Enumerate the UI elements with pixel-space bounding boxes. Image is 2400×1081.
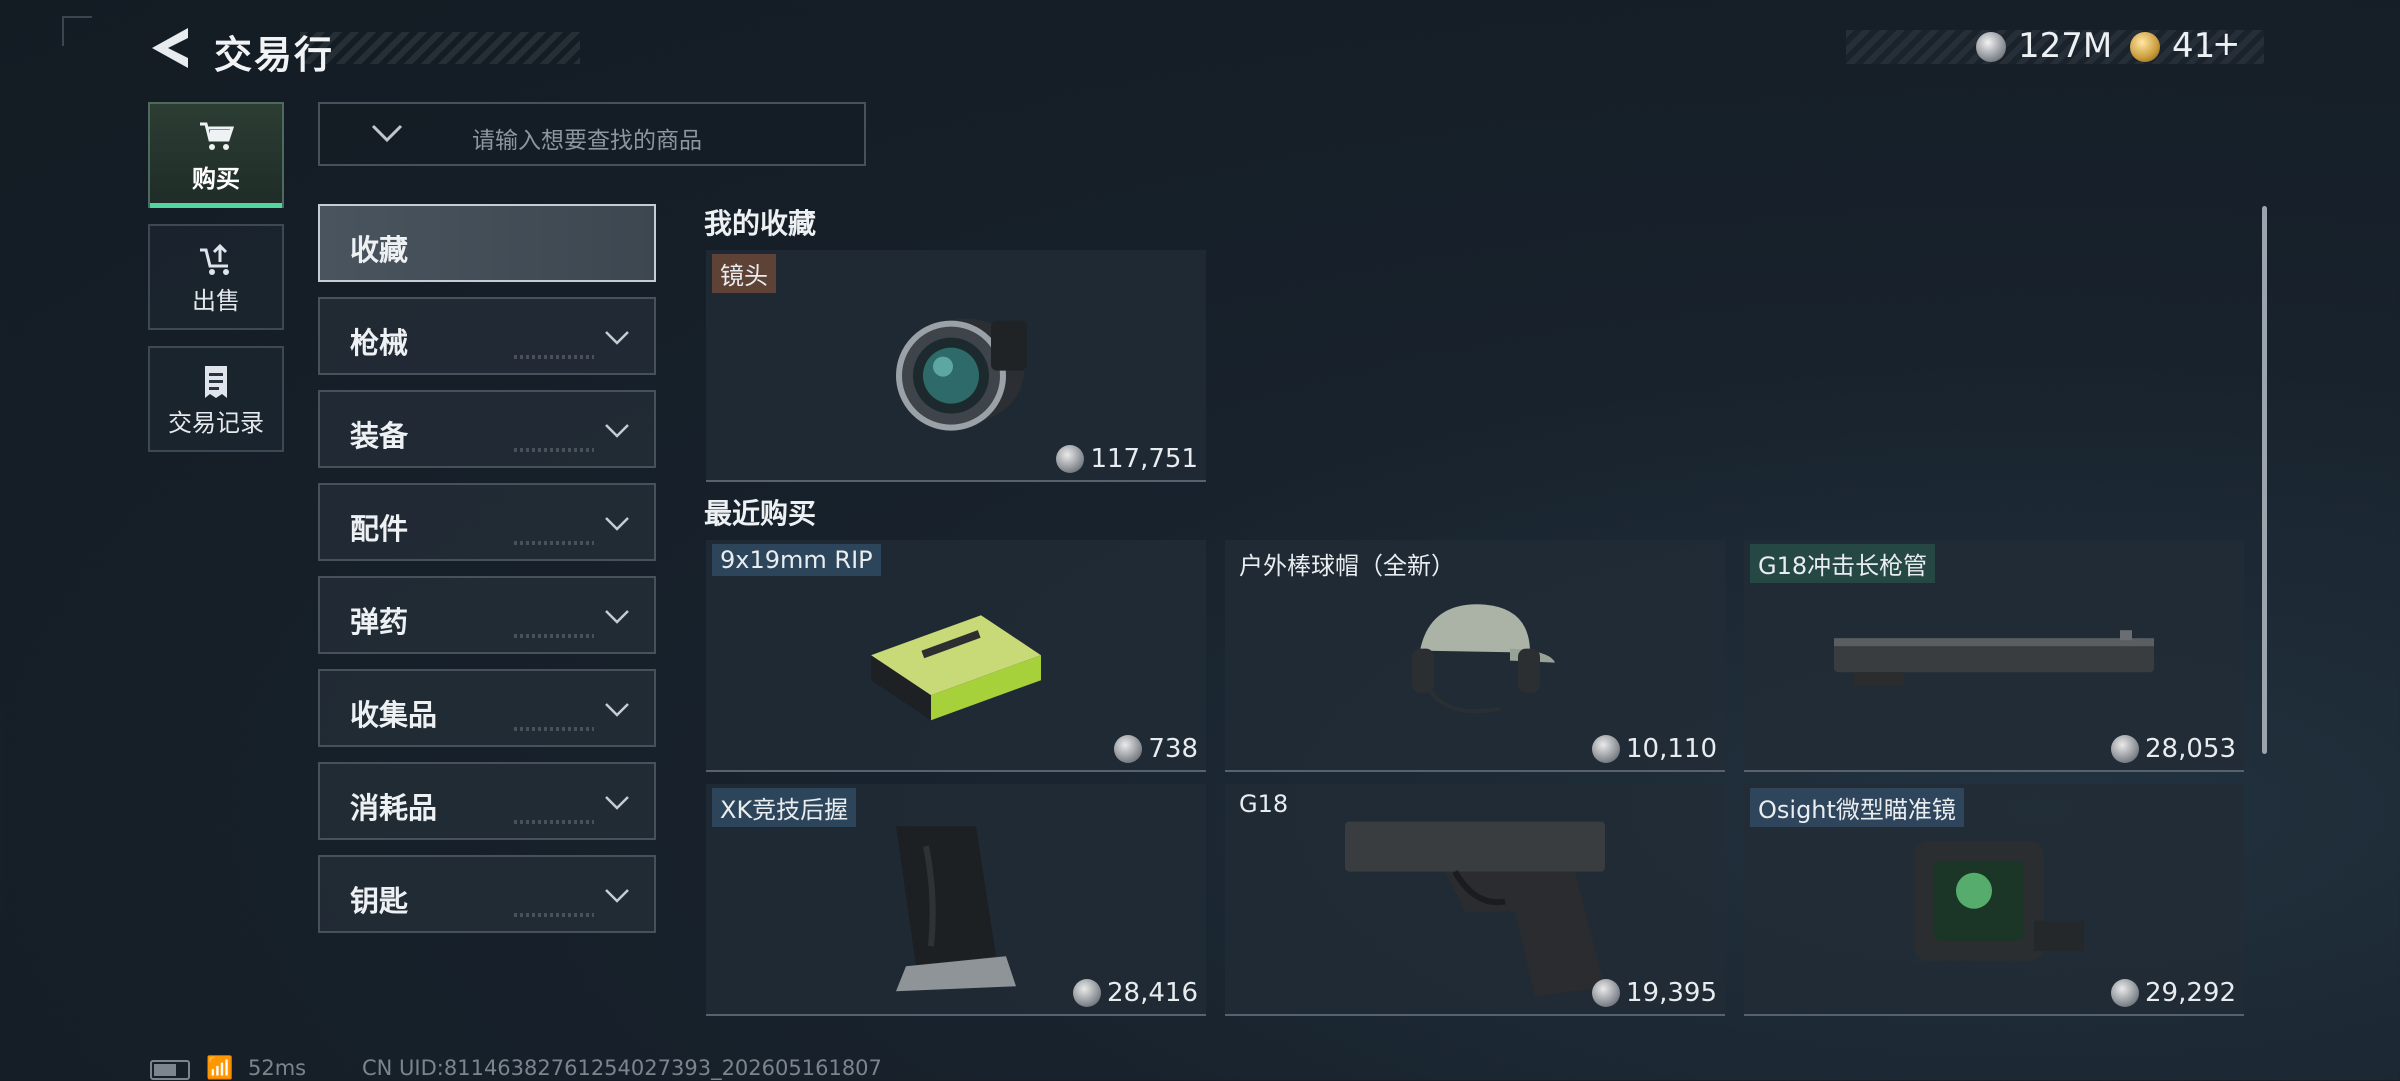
chevron-down-icon xyxy=(605,703,629,717)
category-label: 消耗品 xyxy=(350,791,438,825)
category-label: 配件 xyxy=(350,512,409,546)
scrollbar[interactable] xyxy=(2262,206,2267,754)
pistol-slide-icon xyxy=(1834,630,2154,687)
category-attachments[interactable]: 配件 xyxy=(318,483,656,561)
price-value: 10,110 xyxy=(1626,734,1717,764)
category-label: 钥匙 xyxy=(350,884,409,918)
category-equipment[interactable]: 装备 xyxy=(318,390,656,468)
category-keys[interactable]: 钥匙 xyxy=(318,855,656,933)
item-price: 738 xyxy=(1114,734,1198,764)
item-name-tag: 9x19mm RIP xyxy=(712,544,881,576)
item-price: 29,292 xyxy=(2111,978,2236,1008)
price-value: 28,416 xyxy=(1107,978,1198,1008)
category-label: 收集品 xyxy=(350,698,438,732)
category-label: 枪械 xyxy=(350,326,409,360)
price-value: 117,751 xyxy=(1090,444,1198,474)
category-collectibles[interactable]: 收集品 xyxy=(318,669,656,747)
silver-coin-balance: 127M xyxy=(2018,26,2113,66)
camera-lens-icon xyxy=(896,318,1027,431)
category-decoration xyxy=(514,727,594,731)
back-arrow-icon xyxy=(152,28,188,68)
item-price: 19,395 xyxy=(1592,978,1717,1008)
title-decoration xyxy=(300,32,580,64)
chevron-down-icon xyxy=(605,889,629,903)
category-ammo[interactable]: 弹药 xyxy=(318,576,656,654)
chevron-down-icon xyxy=(605,796,629,810)
chevron-down-icon xyxy=(605,424,629,438)
item-card-cap[interactable]: 户外棒球帽（全新） 10,110 xyxy=(1225,540,1725,772)
category-decoration xyxy=(514,913,594,917)
cart-icon xyxy=(150,120,282,161)
silver-coin-icon xyxy=(1592,979,1621,1007)
price-value: 29,292 xyxy=(2145,978,2236,1008)
page-title: 交易行 xyxy=(214,33,335,77)
category-label: 弹药 xyxy=(350,605,409,639)
silver-coin-icon xyxy=(1114,735,1143,763)
category-favorites[interactable]: 收藏 xyxy=(318,204,656,282)
item-name-tag: 户外棒球帽（全新） xyxy=(1239,552,1455,580)
search-input[interactable]: 请输入想要查找的商品 xyxy=(318,102,866,166)
silver-coin-icon xyxy=(1976,32,2006,62)
category-decoration xyxy=(514,355,594,359)
red-dot-sight-icon xyxy=(1914,840,2084,961)
nav-buy-button[interactable]: 购买 xyxy=(148,102,284,208)
price-value: 738 xyxy=(1148,734,1198,764)
ammo-box-icon xyxy=(871,615,1041,721)
favorites-section-title: 我的收藏 xyxy=(704,207,817,240)
category-decoration xyxy=(514,634,594,638)
item-card-barrel[interactable]: G18冲击长枪管 28,053 xyxy=(1744,540,2244,772)
battery-icon xyxy=(150,1060,190,1080)
pistol-grip-icon xyxy=(896,826,1016,992)
chevron-down-icon[interactable] xyxy=(370,118,404,146)
category-decoration xyxy=(514,448,594,452)
item-price: 10,110 xyxy=(1592,734,1717,764)
ping-text: 52ms xyxy=(248,1056,307,1080)
gold-coin-balance: 41 xyxy=(2172,26,2216,66)
item-card-grip[interactable]: XK竞技后握 28,416 xyxy=(706,784,1206,1016)
category-decoration xyxy=(514,820,594,824)
back-button[interactable] xyxy=(148,24,192,72)
silver-coin-icon xyxy=(2111,979,2140,1007)
chevron-down-icon xyxy=(605,610,629,624)
sell-cart-icon xyxy=(150,242,282,285)
category-consumables[interactable]: 消耗品 xyxy=(318,762,656,840)
item-name-tag: XK竞技后握 xyxy=(712,788,857,827)
silver-coin-icon xyxy=(2111,735,2140,763)
item-price: 28,416 xyxy=(1073,978,1198,1008)
item-card-lens[interactable]: 镜头 117,751 xyxy=(706,250,1206,482)
price-value: 19,395 xyxy=(1626,978,1717,1008)
item-name-tag: 镜头 xyxy=(712,254,776,293)
category-guns[interactable]: 枪械 xyxy=(318,297,656,375)
item-name-tag: G18 xyxy=(1239,790,1289,818)
item-card-pistol[interactable]: G18 19,395 xyxy=(1225,784,1725,1016)
nav-sell-label: 出售 xyxy=(192,287,240,315)
nav-history-label: 交易记录 xyxy=(168,409,264,437)
nav-sell-button[interactable]: 出售 xyxy=(148,224,284,330)
add-gold-button[interactable]: + xyxy=(2212,24,2241,64)
category-decoration xyxy=(514,541,594,545)
item-name-tag: G18冲击长枪管 xyxy=(1750,544,1936,583)
nav-buy-label: 购买 xyxy=(192,165,240,193)
corner-marker xyxy=(62,16,92,46)
item-price: 117,751 xyxy=(1056,444,1198,474)
chevron-down-icon xyxy=(605,517,629,531)
silver-coin-icon xyxy=(1592,735,1621,763)
category-label: 装备 xyxy=(350,419,409,453)
item-card-sight[interactable]: Osight微型瞄准镜 29,292 xyxy=(1744,784,2244,1016)
silver-coin-icon xyxy=(1073,979,1102,1007)
nav-history-button[interactable]: 交易记录 xyxy=(148,346,284,452)
recent-section-title: 最近购买 xyxy=(704,497,817,530)
item-card-ammo[interactable]: 9x19mm RIP 738 xyxy=(706,540,1206,772)
price-value: 28,053 xyxy=(2145,734,2236,764)
item-price: 28,053 xyxy=(2111,734,2236,764)
wifi-icon: 📶 xyxy=(206,1056,234,1081)
silver-coin-icon xyxy=(1056,445,1085,473)
uid-text: CN UID:81146382761254027393_202605161807 xyxy=(362,1056,882,1080)
category-label: 收藏 xyxy=(350,233,409,267)
search-placeholder: 请输入想要查找的商品 xyxy=(472,128,702,154)
pistol-icon xyxy=(1345,821,1605,997)
cap-headset-icon xyxy=(1412,604,1555,714)
chevron-down-icon xyxy=(605,331,629,345)
gold-coin-icon xyxy=(2130,32,2160,62)
